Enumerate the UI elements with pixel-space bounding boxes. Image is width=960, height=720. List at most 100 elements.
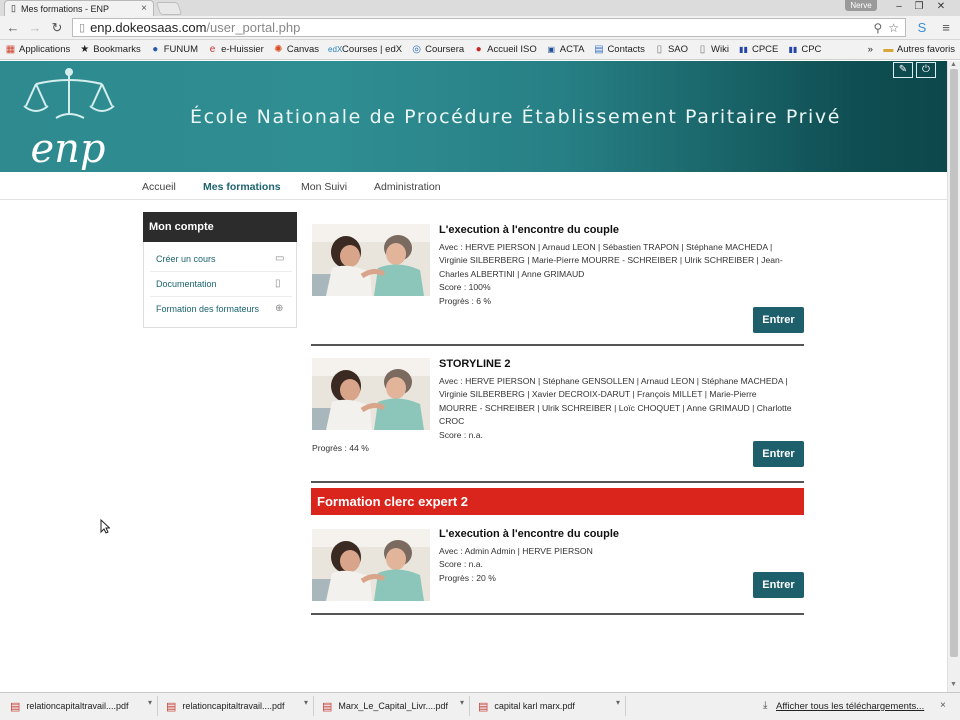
pdf-icon[interactable]: ▯ xyxy=(275,278,281,289)
tab-close-icon[interactable]: × xyxy=(141,3,147,14)
monitor-icon[interactable]: ▭ xyxy=(275,253,284,264)
enp-logo[interactable]: enp xyxy=(14,66,124,170)
chevron-down-icon[interactable]: ▾ xyxy=(616,698,620,707)
course-teachers: CROC xyxy=(439,416,465,427)
download-item[interactable]: ▤ Marx_Le_Capital_Livr....pdf xyxy=(322,696,457,716)
bookmark-acta[interactable]: ▣ ACTA xyxy=(546,44,585,55)
documentation-link[interactable]: Documentation xyxy=(156,279,217,289)
course-details: Avec : HERVE PIERSON | Stéphane GENSOLLE… xyxy=(439,375,801,442)
browser-tab[interactable]: ▯ Mes formations - ENP × xyxy=(4,0,154,16)
divider xyxy=(625,696,626,716)
course-thumbnail[interactable] xyxy=(312,358,430,430)
skype-icon[interactable]: S xyxy=(914,20,930,35)
bookmark-cpc[interactable]: ▮▮ CPC xyxy=(787,44,821,55)
course-score: Score : n.a. xyxy=(439,559,483,570)
chevron-down-icon[interactable]: ▾ xyxy=(304,698,308,707)
course-title[interactable]: L'execution à l'encontre du couple xyxy=(439,528,619,540)
download-item[interactable]: ▤ relationcapitaltravail....pdf xyxy=(166,696,301,716)
enter-button[interactable]: Entrer xyxy=(753,441,804,467)
trainer-training-link[interactable]: Formation des formateurs xyxy=(156,304,259,314)
back-arrow-icon[interactable]: ← xyxy=(6,20,20,35)
bookmark-e-huissier[interactable]: e e-Huissier xyxy=(207,44,264,55)
nav-accueil[interactable]: Accueil xyxy=(142,181,176,193)
apps-icon: ▦ xyxy=(5,44,16,55)
pdf-icon: ▤ xyxy=(10,700,21,713)
scroll-down-icon[interactable]: ▼ xyxy=(950,681,957,688)
bookmark-funum[interactable]: ● FUNUM xyxy=(150,44,198,55)
iso-icon: ● xyxy=(475,44,482,55)
new-tab-button[interactable] xyxy=(155,2,183,15)
tab-title: Mes formations - ENP xyxy=(20,3,109,14)
course-teachers: Virginie SILBERBERG | Marie-Pierre MOURR… xyxy=(439,255,783,266)
close-icon[interactable]: × xyxy=(940,700,946,711)
divider xyxy=(150,271,292,272)
bookmark-edx[interactable]: edX Courses | edX xyxy=(328,44,402,55)
show-all-downloads-link[interactable]: Afficher tous les téléchargements... xyxy=(776,701,924,712)
reload-icon[interactable]: ↻ xyxy=(50,20,64,36)
bookmark-accueil-iso[interactable]: ● Accueil ISO xyxy=(473,44,537,55)
page-icon: ▯ xyxy=(79,22,86,34)
star-icon[interactable]: ☆ xyxy=(888,21,899,35)
chevron-down-icon[interactable]: ▾ xyxy=(148,698,152,707)
nav-mes-formations[interactable]: Mes formations xyxy=(203,181,281,193)
download-item[interactable]: ▤ relationcapitaltravail....pdf xyxy=(10,696,145,716)
bookmark-contacts[interactable]: ▤ Contacts xyxy=(593,44,645,55)
bookmark-bookmarks[interactable]: ★ Bookmarks xyxy=(79,44,141,55)
address-bar[interactable]: ▯ enp.dokeosaas.com/user_portal.php ⚲ ☆ xyxy=(72,18,906,37)
pdf-icon: ▤ xyxy=(322,700,333,713)
bookmark-sao[interactable]: ▯ SAO xyxy=(654,44,688,55)
edit-icon[interactable]: ✎ xyxy=(893,62,913,78)
page-icon: ▯ xyxy=(656,44,663,55)
bookmarks-overflow-icon[interactable]: » xyxy=(868,44,873,55)
e-icon: e xyxy=(209,44,216,55)
course-title[interactable]: L'execution à l'encontre du couple xyxy=(439,224,619,236)
nav-mon-suivi[interactable]: Mon Suivi xyxy=(301,181,347,193)
course-progress: Progrès : 44 % xyxy=(312,443,369,453)
bookmark-canvas[interactable]: ✺ Canvas xyxy=(273,44,319,55)
scroll-up-icon[interactable]: ▲ xyxy=(950,61,957,68)
bookmark-wiki[interactable]: ▯ Wiki xyxy=(697,44,729,55)
course-details: Avec : HERVE PIERSON | Arnaud LEON | Séb… xyxy=(439,241,801,308)
power-icon[interactable]: ⏻ xyxy=(916,62,936,78)
download-item[interactable]: ▤ capital karl marx.pdf xyxy=(478,696,613,716)
create-course-link[interactable]: Créer un cours xyxy=(156,254,216,264)
divider xyxy=(150,296,292,297)
bookmark-applications[interactable]: ▦ Applications xyxy=(5,44,70,55)
profile-badge[interactable]: Nerve xyxy=(845,0,877,11)
bookmark-cpce[interactable]: ▮▮ CPCE xyxy=(738,44,778,55)
bookmark-coursera[interactable]: ◎ Coursera xyxy=(411,44,464,55)
minimize-icon[interactable]: – xyxy=(888,0,910,14)
course-teachers: Charles ALBERTINI | Anne GRIMAUD xyxy=(439,268,585,279)
pdf-icon: ▤ xyxy=(478,700,489,713)
course-teachers: Avec : HERVE PIERSON | Arnaud LEON | Séb… xyxy=(439,242,773,252)
course-photo xyxy=(312,529,430,601)
course-title[interactable]: STORYLINE 2 xyxy=(439,358,511,370)
page-icon: ▯ xyxy=(11,3,16,13)
bookmark-other-favorites[interactable]: ▬ Autres favoris xyxy=(883,44,955,55)
logo-text: enp xyxy=(30,126,105,170)
flag-fr-icon: ▮▮ xyxy=(739,45,748,54)
course-photo xyxy=(312,224,430,296)
enter-button[interactable]: Entrer xyxy=(753,307,804,333)
divider xyxy=(311,613,804,615)
nav-administration[interactable]: Administration xyxy=(374,181,441,193)
chevron-down-icon[interactable]: ▾ xyxy=(460,698,464,707)
coursera-icon: ◎ xyxy=(412,44,421,55)
search-icon[interactable]: ⚲ xyxy=(873,21,882,35)
scrollbar-thumb[interactable] xyxy=(950,69,958,657)
course-teachers: Avec : Admin Admin | HERVE PIERSON xyxy=(439,546,593,556)
course-thumbnail[interactable] xyxy=(312,224,430,296)
forward-arrow-icon[interactable]: → xyxy=(28,20,42,35)
download-icon: ⤓ xyxy=(763,700,768,711)
globe-icon[interactable]: ⊕ xyxy=(275,303,283,314)
course-progress: Progrès : 20 % xyxy=(439,572,496,583)
enter-button[interactable]: Entrer xyxy=(753,572,804,598)
course-teachers: Avec : HERVE PIERSON | Stéphane GENSOLLE… xyxy=(439,376,788,386)
window-close-icon[interactable]: ✕ xyxy=(930,0,952,14)
divider xyxy=(311,344,804,346)
restore-icon[interactable]: ❐ xyxy=(908,0,930,14)
page-scrollbar[interactable]: ▲ ▼ xyxy=(947,61,960,692)
course-thumbnail[interactable] xyxy=(312,529,430,601)
menu-icon[interactable]: ≡ xyxy=(938,20,954,35)
bookmarks-bar: ▦ Applications ★ Bookmarks ● FUNUM e e-Huiss… xyxy=(0,40,960,60)
